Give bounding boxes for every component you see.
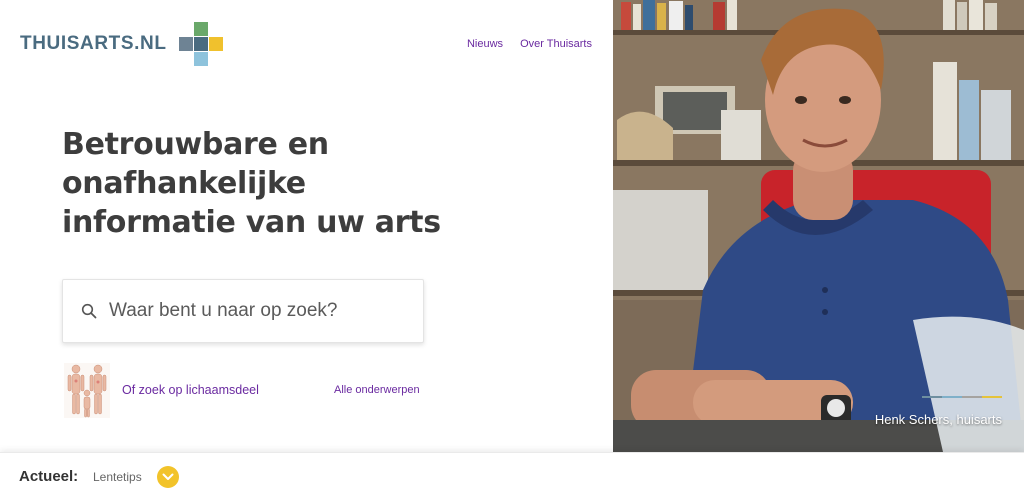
search-box[interactable]: [62, 279, 424, 343]
bodypart-search-link[interactable]: Of zoek op lichaamsdeel: [122, 383, 259, 397]
actueel-toggle-button[interactable]: [157, 466, 179, 488]
chevron-down-icon: [162, 473, 174, 480]
actueel-item[interactable]: Lentetips: [93, 470, 142, 484]
nav-over-thuisarts[interactable]: Over Thuisarts: [520, 38, 592, 50]
caption-color-bar: [922, 396, 1002, 398]
doctor-photo: [613, 0, 1024, 452]
body-figures-icon[interactable]: [64, 363, 110, 418]
actueel-bar: Actueel: Lentetips: [0, 452, 1024, 500]
all-topics-link[interactable]: Alle onderwerpen: [334, 384, 420, 396]
search-icon: [81, 303, 97, 319]
left-panel: THUISARTS.NL Nieuws Over Thuisarts Betro…: [0, 0, 613, 452]
actueel-label: Actueel:: [19, 468, 79, 485]
photo-caption: Henk Schers, huisarts: [874, 412, 1002, 427]
logo-text: THUISARTS.NL: [20, 33, 167, 54]
top-nav: Nieuws Over Thuisarts: [467, 38, 592, 50]
logo-cross-icon: [178, 22, 223, 66]
hero-headline: Betrouwbare en onafhankelijke informatie…: [62, 127, 441, 240]
hero-photo: Henk Schers, huisarts: [613, 0, 1024, 452]
logo[interactable]: THUISARTS.NL: [20, 22, 223, 66]
search-input[interactable]: [107, 299, 401, 323]
nav-nieuws[interactable]: Nieuws: [467, 38, 503, 50]
